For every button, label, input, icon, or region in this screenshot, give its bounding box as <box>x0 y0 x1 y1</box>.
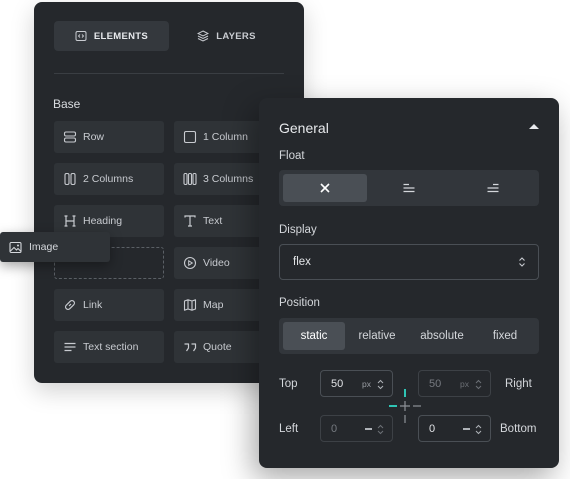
element-quote-label: Quote <box>203 341 232 353</box>
text-section-icon <box>64 342 76 352</box>
element-text-section-label: Text section <box>83 341 139 353</box>
element-video-label: Video <box>203 257 230 269</box>
left-label: Left <box>279 423 299 435</box>
element-text-section[interactable]: Text section <box>54 331 164 363</box>
play-icon <box>183 256 197 270</box>
top-label: Top <box>279 378 298 390</box>
align-right-icon <box>487 183 499 193</box>
float-label: Float <box>279 150 305 162</box>
minus-icon <box>463 428 470 430</box>
row-icon <box>63 131 77 143</box>
position-absolute-button[interactable]: absolute <box>409 322 475 350</box>
select-arrows-icon <box>519 257 525 267</box>
left-offset-value: 0 <box>331 423 338 435</box>
stepper-icon[interactable] <box>475 424 482 435</box>
section-title-base: Base <box>53 97 81 111</box>
top-offset-value: 50 <box>331 378 344 390</box>
element-3-columns-label: 3 Columns <box>203 173 254 185</box>
link-icon <box>65 300 75 310</box>
right-offset-unit: px <box>460 379 469 389</box>
element-1-column-label: 1 Column <box>203 131 248 143</box>
top-offset-unit: px <box>362 379 371 389</box>
stepper-icon[interactable] <box>377 424 384 435</box>
two-columns-icon <box>64 172 76 186</box>
map-icon <box>183 299 197 311</box>
float-left-button[interactable] <box>367 174 451 202</box>
stepper-icon[interactable] <box>475 379 482 390</box>
stepper-icon[interactable] <box>377 379 384 390</box>
layers-icon <box>197 30 210 42</box>
three-columns-icon <box>183 172 197 186</box>
display-label: Display <box>279 224 317 236</box>
element-2-columns-label: 2 Columns <box>83 173 134 185</box>
left-offset-input[interactable]: 0 <box>320 415 393 442</box>
close-icon <box>320 183 330 193</box>
code-icon <box>75 31 87 41</box>
position-static-button[interactable]: static <box>283 322 345 350</box>
tab-elements-label: ELEMENTS <box>93 30 149 42</box>
display-select[interactable]: flex <box>279 244 539 280</box>
element-row[interactable]: Row <box>54 121 164 153</box>
minus-icon <box>365 428 372 430</box>
position-fixed-button[interactable]: fixed <box>475 322 535 350</box>
tab-elements[interactable]: ELEMENTS <box>54 21 169 51</box>
heading-icon <box>64 215 76 227</box>
display-select-value: flex <box>293 256 311 268</box>
element-heading-label: Heading <box>83 215 123 227</box>
position-label: Position <box>279 297 320 309</box>
element-text-label: Text <box>203 215 223 227</box>
quote-icon <box>184 343 197 352</box>
panel-tabs: ELEMENTS LAYERS <box>54 21 284 51</box>
top-offset-input[interactable]: 50 px <box>320 370 393 397</box>
square-icon <box>183 130 197 144</box>
float-segmented-control <box>279 170 539 206</box>
tab-layers[interactable]: LAYERS <box>169 21 284 51</box>
element-map-label: Map <box>203 299 224 311</box>
right-offset-input[interactable]: 50 px <box>418 370 491 397</box>
float-none-button[interactable] <box>283 174 367 202</box>
position-segmented-control: static relative absolute fixed <box>279 318 539 354</box>
collapse-caret-icon[interactable] <box>529 124 539 129</box>
image-icon <box>9 241 22 253</box>
right-label: Right <box>505 378 532 390</box>
bottom-label: Bottom <box>500 423 537 435</box>
tabs-divider <box>54 73 284 74</box>
right-offset-value: 50 <box>429 378 442 390</box>
panel-title-general: General <box>279 120 329 136</box>
position-relative-button[interactable]: relative <box>345 322 409 350</box>
dragged-image-element[interactable]: Image <box>0 232 110 262</box>
dragged-image-label: Image <box>29 241 59 253</box>
element-row-label: Row <box>83 131 105 143</box>
element-2-columns[interactable]: 2 Columns <box>54 163 164 195</box>
bottom-offset-input[interactable]: 0 <box>418 415 491 442</box>
element-link[interactable]: Link <box>54 289 164 321</box>
tab-layers-label: LAYERS <box>216 30 256 42</box>
align-left-icon <box>403 183 415 193</box>
element-link-label: Link <box>83 299 103 311</box>
bottom-offset-value: 0 <box>429 423 436 435</box>
text-icon <box>184 215 196 227</box>
float-right-button[interactable] <box>451 174 535 202</box>
